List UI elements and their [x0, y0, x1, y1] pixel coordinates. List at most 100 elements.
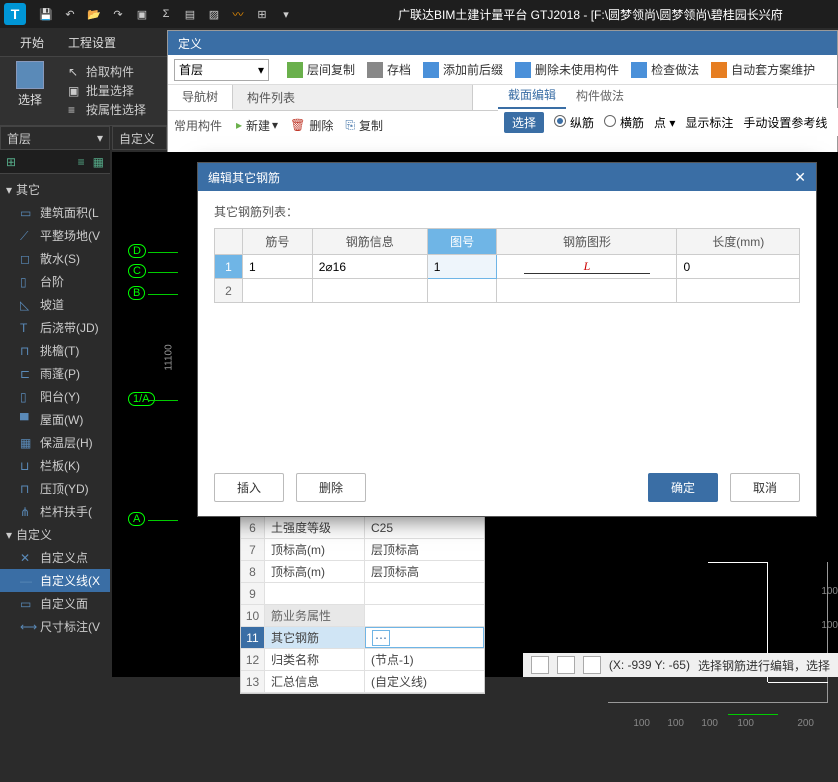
common-components-label: 常用构件 [174, 117, 230, 134]
status-icon-1[interactable] [531, 656, 549, 674]
btn-copy[interactable]: ⎘复制 [345, 117, 383, 134]
grid-icon[interactable]: ▦ [93, 155, 104, 169]
qat-color-icon[interactable]: ▨ [204, 4, 224, 24]
qat-brush-icon[interactable]: 〰 [228, 4, 248, 24]
expand-icon[interactable]: ⊞ [6, 155, 16, 169]
table-row[interactable]: 2 [215, 279, 800, 303]
btn-show-label[interactable]: 显示标注 [685, 114, 733, 131]
tree-item-icon: ▦ [20, 436, 34, 450]
qat-undo-icon[interactable]: ↶ [60, 4, 80, 24]
dialog-list-label: 其它钢筋列表： [214, 203, 800, 220]
qat-more-icon[interactable]: ▾ [276, 4, 296, 24]
qat-save-icon[interactable]: 💾 [36, 4, 56, 24]
tree-item-icon: ▯ [20, 390, 34, 404]
property-row[interactable]: 11其它钢筋⋯ [241, 627, 484, 649]
menu-project-settings[interactable]: 工程设置 [56, 28, 128, 56]
ribbon-by-property[interactable]: ≡按属性选择 [68, 101, 146, 118]
close-icon[interactable]: ✕ [794, 169, 806, 186]
floor-selector[interactable]: 首层▾ [174, 59, 269, 81]
btn-select-mode[interactable]: 选择 [504, 112, 544, 133]
copy-icon: ⎘ [345, 118, 355, 133]
tree-item[interactable]: ▀屋面(W) [0, 408, 110, 431]
qat-grid-icon[interactable]: ⊞ [252, 4, 272, 24]
tree-item[interactable]: ⟷尺寸标注(V [0, 615, 110, 638]
tree-item[interactable]: ⊏雨蓬(P) [0, 362, 110, 385]
tree-item-icon: ⋔ [20, 505, 34, 519]
qat-doc-icon[interactable]: ▤ [180, 4, 200, 24]
tab-nav-tree[interactable]: 导航树 [168, 85, 233, 110]
list-icon[interactable]: ≡ [78, 155, 85, 169]
property-row[interactable]: 6土强度等级C25 [241, 517, 484, 539]
btn-delete-unused[interactable]: 删除未使用构件 [515, 61, 619, 78]
btn-cancel[interactable]: 取消 [730, 473, 800, 502]
tree-item[interactable]: ⊔栏板(K) [0, 454, 110, 477]
tree-item[interactable]: ▯台阶 [0, 270, 110, 293]
tree-item-icon: ⊔ [20, 459, 34, 473]
qat-redo-icon[interactable]: ↷ [108, 4, 128, 24]
table-row[interactable]: 1 1 2⌀16 1 L 0 [215, 255, 800, 279]
auto-scheme-icon [711, 62, 727, 78]
btn-layer-copy[interactable]: 层间复制 [287, 61, 355, 78]
btn-add-prefix[interactable]: 添加前后缀 [423, 61, 503, 78]
property-row[interactable]: 12归类名称(节点-1) [241, 649, 484, 671]
tree-item-icon: ✕ [20, 551, 34, 565]
btn-manual-ref[interactable]: 手动设置参考线 [743, 114, 827, 131]
qat-open-icon[interactable]: 📂 [84, 4, 104, 24]
status-icon-2[interactable] [557, 656, 575, 674]
btn-new[interactable]: ▸新建▾ [236, 117, 278, 134]
menu-start[interactable]: 开始 [8, 28, 56, 56]
tree-item[interactable]: ⟋平整场地(V [0, 224, 110, 247]
ellipsis-icon[interactable]: ⋯ [372, 630, 390, 646]
tab-section-edit[interactable]: 截面编辑 [498, 82, 566, 109]
btn-delete-row[interactable]: 删除 [296, 473, 366, 502]
tree-item[interactable]: T后浇带(JD) [0, 316, 110, 339]
btn-ok[interactable]: 确定 [648, 473, 718, 502]
app-title: 广联达BIM土建计量平台 GTJ2018 - [F:\圆梦领尚\圆梦领尚\碧桂园… [398, 6, 783, 23]
archive-icon [367, 62, 383, 78]
qat-region-icon[interactable]: ▣ [132, 4, 152, 24]
btn-archive[interactable]: 存档 [367, 61, 411, 78]
property-row[interactable]: 9 [241, 583, 484, 605]
tree-group-other[interactable]: ▾ 其它 [0, 178, 110, 201]
rebar-shape-icon: L [524, 259, 651, 274]
tree-item[interactable]: ⊓压顶(YD) [0, 477, 110, 500]
tab-method[interactable]: 构件做法 [566, 83, 634, 108]
property-row[interactable]: 10筋业务属性 [241, 605, 484, 627]
status-icon-3[interactable] [583, 656, 601, 674]
floor-select[interactable]: 首层▾ [0, 126, 110, 150]
tree-group-custom[interactable]: ▾ 自定义 [0, 523, 110, 546]
tree-item[interactable]: ▦保温层(H) [0, 431, 110, 454]
property-row[interactable]: 13汇总信息(自定义线) [241, 671, 484, 693]
radio-longitudinal[interactable]: 纵筋 [554, 114, 594, 131]
col-fig-num: 图号 [427, 229, 497, 255]
radio-transverse[interactable]: 横筋 [604, 114, 644, 131]
property-row[interactable]: 8顶标高(m)层顶标高 [241, 561, 484, 583]
property-row[interactable]: 7顶标高(m)层顶标高 [241, 539, 484, 561]
custom-panel-header[interactable]: 自定义 [112, 126, 167, 150]
ribbon-pick-component[interactable]: ↖拾取构件 [68, 63, 146, 80]
tree-item[interactable]: ▭自定义面 [0, 592, 110, 615]
tree-item[interactable]: ▯阳台(Y) [0, 385, 110, 408]
tree-item[interactable]: ◺坡道 [0, 293, 110, 316]
btn-delete[interactable]: 🗑删除 [290, 117, 333, 134]
check-icon [631, 62, 647, 78]
rebar-table[interactable]: 筋号 钢筋信息 图号 钢筋图形 长度(mm) 1 1 2⌀16 1 L 0 2 [214, 228, 800, 303]
qat-sum-icon[interactable]: Σ [156, 4, 176, 24]
btn-insert[interactable]: 插入 [214, 473, 284, 502]
axis-label: D [128, 244, 146, 258]
tree-item[interactable]: ✕自定义点 [0, 546, 110, 569]
col-shape: 钢筋图形 [497, 229, 677, 255]
ribbon-batch-select[interactable]: ▣批量选择 [68, 82, 146, 99]
definition-toolbar: 首层▾ 层间复制 存档 添加前后缀 删除未使用构件 检查做法 自动套方案维护 [168, 55, 837, 85]
btn-check[interactable]: 检查做法 [631, 61, 699, 78]
tree-item-icon: ▭ [20, 206, 34, 220]
tree-item[interactable]: —自定义线(X [0, 569, 110, 592]
btn-auto-scheme[interactable]: 自动套方案维护 [711, 61, 815, 78]
tab-component-list[interactable]: 构件列表 [233, 85, 473, 110]
tree-item[interactable]: ⊓挑檐(T) [0, 339, 110, 362]
tree-item-icon: ⊏ [20, 367, 34, 381]
btn-point[interactable]: 点 ▾ [654, 114, 675, 131]
tree-item[interactable]: ◻散水(S) [0, 247, 110, 270]
tree-item[interactable]: ⋔栏杆扶手( [0, 500, 110, 523]
tree-item[interactable]: ▭建筑面积(L [0, 201, 110, 224]
